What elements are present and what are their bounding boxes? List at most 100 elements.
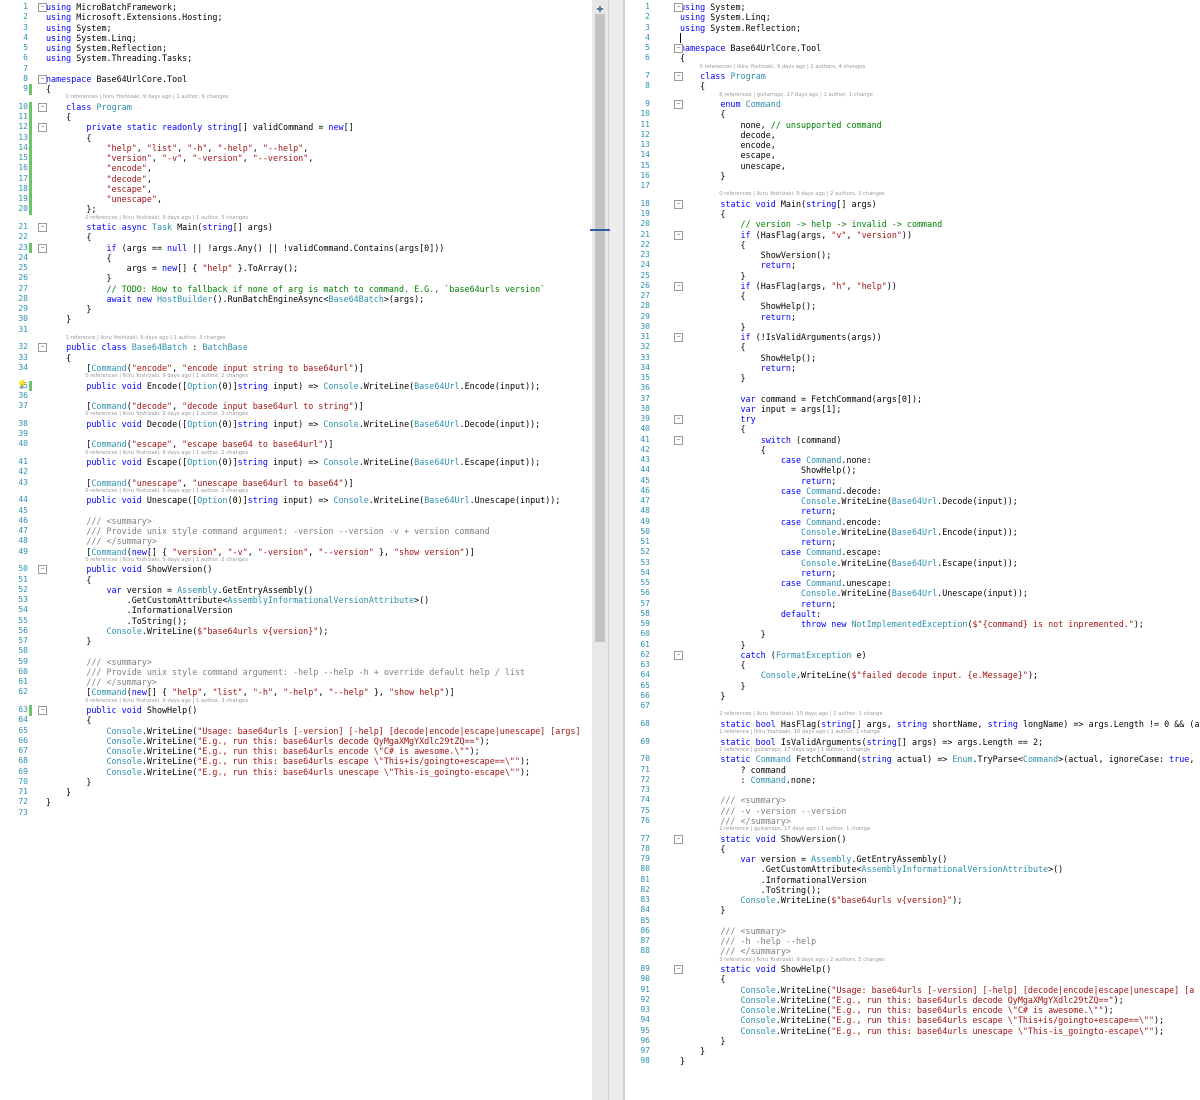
split-divider[interactable] <box>608 0 624 1100</box>
code-line[interactable]: 9{ <box>0 84 592 94</box>
code-line[interactable]: 25 args = new[] { "help" }.ToArray(); <box>0 263 592 273</box>
code-line[interactable]: 4 <box>624 33 1200 43</box>
code-line[interactable]: 55 case Command.unescape: <box>624 578 1200 588</box>
code-line[interactable]: 23 ShowVersion(); <box>624 250 1200 260</box>
code-line[interactable]: 40 { <box>624 424 1200 434</box>
code-line[interactable]: 36 <box>0 391 592 401</box>
code-line[interactable]: 3 using System; <box>0 23 592 33</box>
code-line[interactable]: 57 return; <box>624 599 1200 609</box>
collapse-icon[interactable]: − <box>38 3 47 12</box>
collapse-icon[interactable]: − <box>674 100 683 109</box>
code-line[interactable]: 26 if (HasFlag(args, "h", "help")) <box>624 281 1200 291</box>
code-line[interactable]: 80 .GetCustomAttribute<AssemblyInformati… <box>624 864 1200 874</box>
code-line[interactable]: 92 Console.WriteLine("E.g., run this: ba… <box>624 995 1200 1005</box>
code-line[interactable]: 1 using System; <box>624 2 1200 12</box>
code-line[interactable]: 41 switch (command) <box>624 435 1200 445</box>
code-line[interactable]: 26 } <box>0 273 592 283</box>
code-line[interactable]: 84 } <box>624 905 1200 915</box>
code-line[interactable]: 13 { <box>0 133 592 143</box>
code-line[interactable]: 37 var command = FetchCommand(args[0]); <box>624 394 1200 404</box>
code-line[interactable]: 52 case Command.escape: <box>624 547 1200 557</box>
code-line[interactable]: 42 { <box>624 445 1200 455</box>
code-line[interactable]: 6{ <box>624 53 1200 63</box>
code-line[interactable]: 63 { <box>624 660 1200 670</box>
code-line[interactable]: 36 <box>624 383 1200 393</box>
code-line[interactable]: 28 ShowHelp(); <box>624 301 1200 311</box>
code-line[interactable]: 21 static async Task Main(string[] args) <box>0 222 592 232</box>
code-line[interactable]: 43 [Command("unescape", "unescape base64… <box>0 478 592 488</box>
code-line[interactable]: 94 Console.WriteLine("E.g., run this: ba… <box>624 1015 1200 1025</box>
code-line[interactable]: 63 public void ShowHelp() <box>0 705 592 715</box>
collapse-icon[interactable]: − <box>674 650 683 660</box>
collapse-icon[interactable]: − <box>38 343 47 353</box>
code-line[interactable]: 33 { <box>0 353 592 363</box>
codelens-annotation[interactable]: 0 references | Ikiru Yoshizaki, 9 days a… <box>85 698 248 705</box>
code-line[interactable]: 28 await new HostBuilder().RunBatchEngin… <box>0 294 592 304</box>
code-line[interactable]: 58 default: <box>624 609 1200 619</box>
code-line[interactable]: 35 public void Encode([Option(0)]string … <box>0 381 592 391</box>
collapse-icon[interactable]: − <box>674 199 683 209</box>
code-line[interactable]: 2 using System.Linq; <box>624 12 1200 22</box>
code-line[interactable]: 12 decode, <box>624 130 1200 140</box>
collapse-icon[interactable]: − <box>38 74 47 84</box>
code-line[interactable]: 52 var version = Assembly.GetEntryAssemb… <box>0 585 592 595</box>
code-line[interactable]: 43 case Command.none: <box>624 455 1200 465</box>
code-line[interactable]: 24 { <box>0 253 592 263</box>
code-line[interactable]: 44 ShowHelp(); <box>624 465 1200 475</box>
collapse-icon[interactable]: − <box>38 223 47 232</box>
code-line[interactable]: 11 { <box>0 112 592 122</box>
collapse-icon[interactable]: − <box>674 72 683 81</box>
code-line[interactable]: 69 static bool IsValidArguments(string[]… <box>624 737 1200 747</box>
code-line[interactable]: 59 /// <summary> <box>0 657 592 667</box>
code-line[interactable]: 45 <box>0 506 592 516</box>
code-line[interactable]: 70 } <box>0 777 592 787</box>
code-line[interactable]: 64 Console.WriteLine($"failed decode inp… <box>624 670 1200 680</box>
code-line[interactable]: 65 } <box>624 681 1200 691</box>
collapse-icon[interactable]: − <box>38 123 47 133</box>
code-line[interactable]: 23 if (args == null || !args.Any() || !v… <box>0 243 592 253</box>
code-line[interactable]: 73 <box>0 808 592 818</box>
code-line[interactable]: 51 { <box>0 575 592 585</box>
collapse-icon[interactable]: − <box>38 102 47 112</box>
code-line[interactable]: 19 { <box>624 209 1200 219</box>
collapse-icon[interactable]: − <box>674 281 683 291</box>
left-scrollbar-thumb[interactable] <box>595 14 605 642</box>
code-line[interactable]: 9 enum Command <box>624 99 1200 109</box>
collapse-icon[interactable]: − <box>674 965 683 974</box>
left-vertical-scrollbar[interactable] <box>592 0 608 1100</box>
code-line[interactable]: 71 } <box>0 787 592 797</box>
codelens-annotation[interactable]: 0 references | Ikiru Yoshizaki, 9 days a… <box>85 411 248 418</box>
code-line[interactable]: 17 "decode", <box>0 174 592 184</box>
code-line[interactable]: 35 } <box>624 373 1200 383</box>
code-line[interactable]: 27 // TODO: How to fallback if none of a… <box>0 284 592 294</box>
code-line[interactable]: 60 } <box>624 629 1200 639</box>
collapse-icon[interactable]: − <box>38 243 47 253</box>
code-line[interactable]: 72} <box>0 797 592 807</box>
code-line[interactable]: 25 } <box>624 271 1200 281</box>
codelens-annotation[interactable]: 1 reference | guitarrapc, 17 days ago | … <box>719 747 870 754</box>
code-line[interactable]: 40 [Command("escape", "escape base64 to … <box>0 439 592 449</box>
code-line[interactable]: 11 none, // unsupported command <box>624 120 1200 130</box>
code-line[interactable]: 15 unescape, <box>624 161 1200 171</box>
code-line[interactable]: 65 Console.WriteLine("Usage: base64urls … <box>0 726 592 736</box>
code-line[interactable]: 75 /// -v -version --version <box>624 806 1200 816</box>
code-line[interactable]: 29 return; <box>624 312 1200 322</box>
code-line[interactable]: 7 class Program <box>624 71 1200 81</box>
collapse-icon[interactable]: − <box>674 3 683 12</box>
code-line[interactable]: 30 } <box>0 314 592 324</box>
collapse-icon[interactable]: − <box>674 333 683 342</box>
left-editor-pane[interactable]: 1 using MicroBatchFramework; −2 using Micro… <box>0 0 592 1100</box>
code-line[interactable]: 17 <box>624 181 1200 191</box>
code-line[interactable]: 16 "encode", <box>0 163 592 173</box>
code-line[interactable]: 60 /// Provide unix style command argume… <box>0 667 592 677</box>
code-line[interactable]: 54 return; <box>624 568 1200 578</box>
code-line[interactable]: 16 } <box>624 171 1200 181</box>
code-line[interactable]: 57 } <box>0 636 592 646</box>
code-line[interactable]: 66 } <box>624 691 1200 701</box>
code-line[interactable]: 19 "unescape", <box>0 194 592 204</box>
code-line[interactable]: 46 case Command.decode: <box>624 486 1200 496</box>
code-line[interactable]: 93 Console.WriteLine("E.g., run this: ba… <box>624 1005 1200 1015</box>
codelens-annotation[interactable]: 0 references | Ikiru Yoshizaki, 9 days a… <box>85 215 248 222</box>
code-line[interactable]: 68 Console.WriteLine("E.g., run this: ba… <box>0 756 592 766</box>
code-line[interactable]: 79 var version = Assembly.GetEntryAssemb… <box>624 854 1200 864</box>
